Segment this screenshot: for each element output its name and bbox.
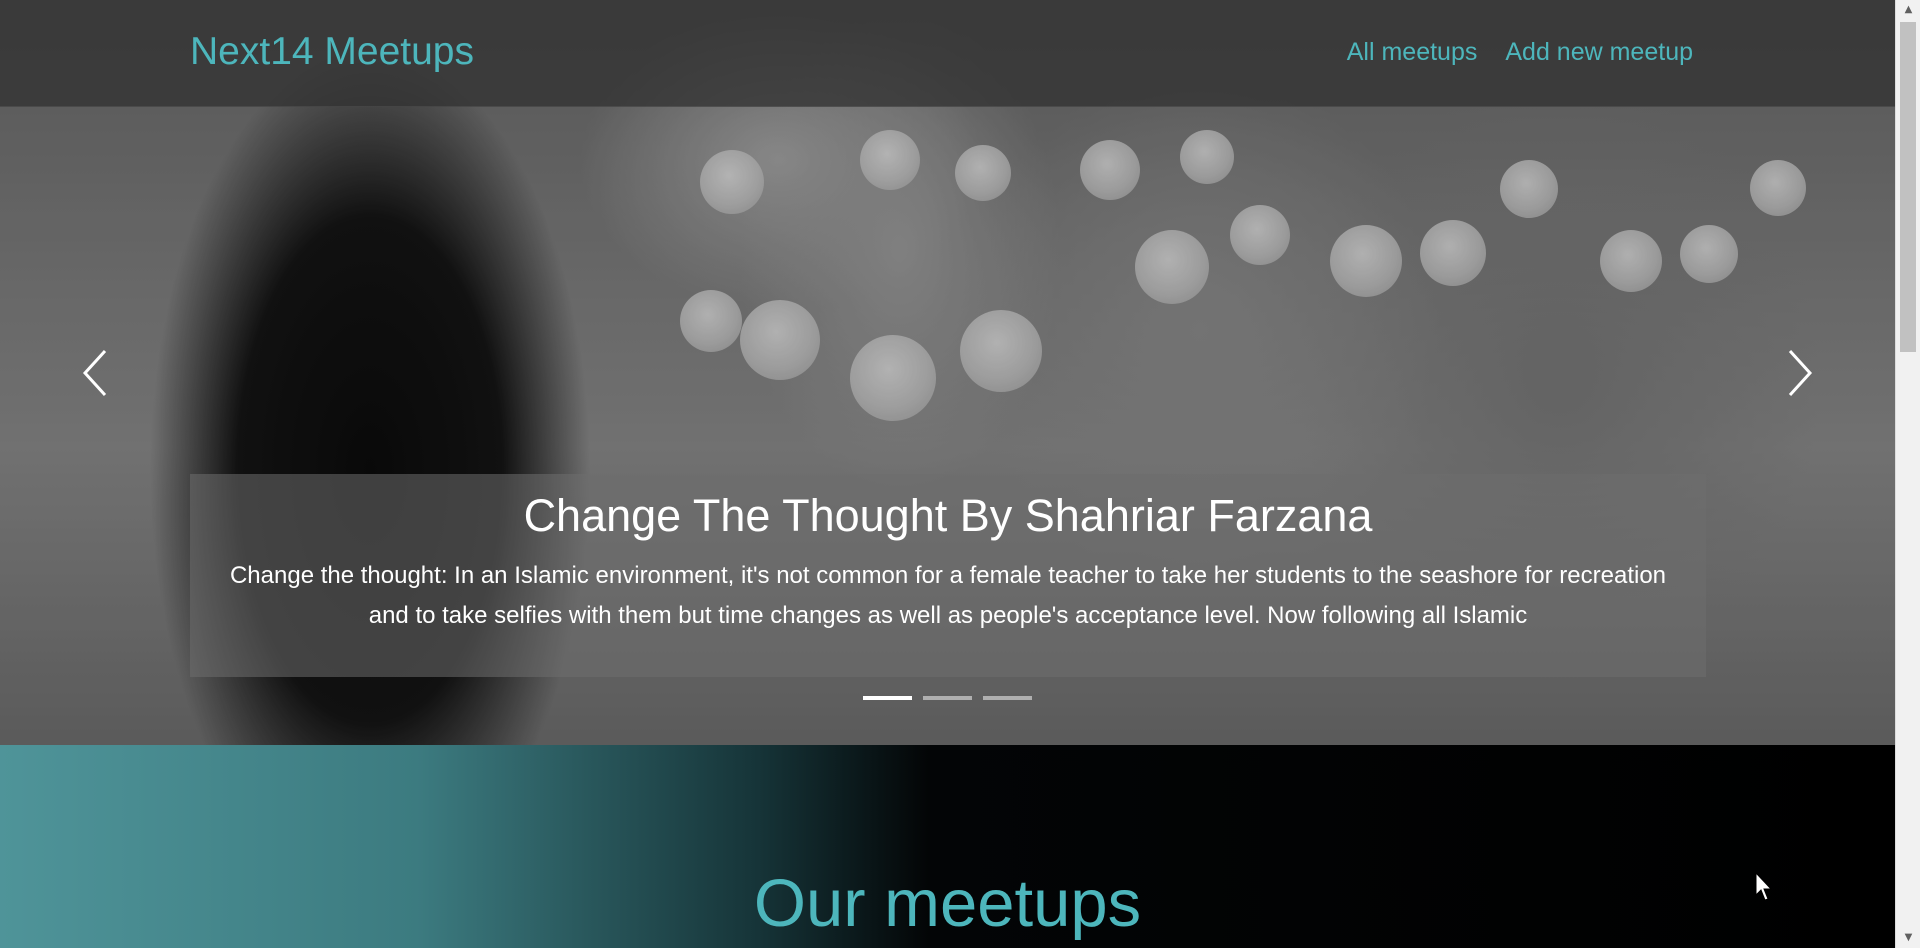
brand-logo-link[interactable]: Next14 Meetups (190, 30, 474, 74)
page-viewport: Next14 Meetups All meetups Add new meetu… (0, 0, 1895, 948)
vertical-scrollbar[interactable]: ▲ ▼ (1895, 0, 1920, 948)
slide-title: Change The Thought By Shahriar Farzana (523, 490, 1373, 541)
carousel-indicator[interactable] (863, 696, 912, 700)
nav-link-add-new-meetup[interactable]: Add new meetup (1505, 38, 1693, 67)
section-heading: Our meetups (753, 866, 1142, 941)
chevron-right-icon (1788, 349, 1813, 397)
chevron-left-icon (82, 349, 107, 397)
carousel-indicator[interactable] (923, 696, 972, 700)
carousel-caption: Change The Thought By Shahriar Farzana C… (190, 474, 1706, 677)
carousel-prev-button[interactable] (75, 345, 115, 401)
carousel-indicator[interactable] (983, 696, 1032, 700)
carousel-indicators (863, 696, 1032, 700)
carousel-next-button[interactable] (1780, 345, 1820, 401)
scroll-up-arrow-icon[interactable]: ▲ (1896, 0, 1920, 20)
site-header: Next14 Meetups All meetups Add new meetu… (0, 0, 1895, 107)
slide-description: Change the thought: In an Islamic enviro… (229, 562, 1667, 629)
scroll-down-arrow-icon[interactable]: ▼ (1896, 928, 1920, 948)
meetups-section: Our meetups (0, 745, 1895, 948)
scrollbar-thumb[interactable] (1900, 22, 1916, 352)
nav-link-all-meetups[interactable]: All meetups (1347, 38, 1478, 67)
mouse-cursor-icon (1755, 872, 1773, 901)
main-nav: All meetups Add new meetup (1347, 38, 1693, 67)
